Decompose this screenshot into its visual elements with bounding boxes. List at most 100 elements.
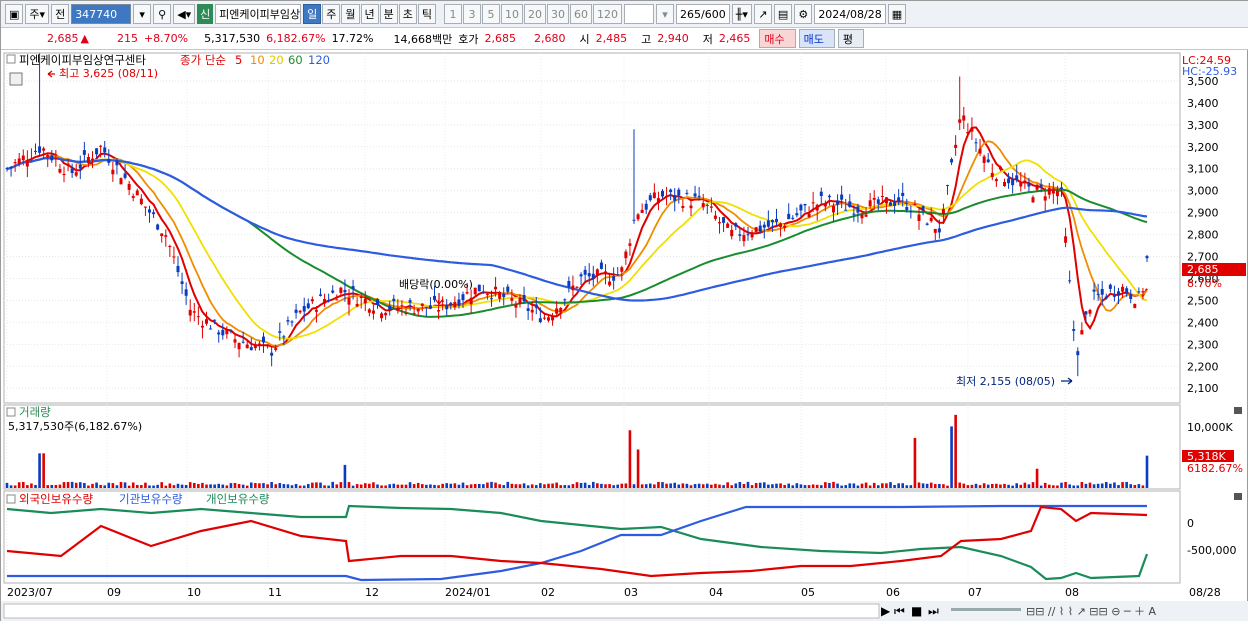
y-tick-label: 2,200 [1187,360,1219,373]
candle-body [306,303,310,309]
volume-bar [38,453,41,488]
volume-bar [612,485,615,488]
current-price: 2,685 [47,32,79,45]
volume-bar [1011,485,1014,488]
candle-body [266,345,270,347]
candle-body [351,286,355,290]
volume-bar [99,484,102,488]
first-icon[interactable]: ⏮ [894,604,905,618]
candle-body [1060,187,1063,189]
volume-bar [384,485,387,488]
sell-button[interactable]: 매도 [798,29,835,48]
candle-body [636,214,640,220]
volume-bar [461,482,465,488]
prev-button[interactable]: 전 [51,4,70,24]
last-price-tag-text: 2,685 [1187,263,1219,276]
speaker-icon[interactable]: ◀▾ [173,4,196,24]
candle-body [620,267,624,272]
turnover: 17.72% [331,32,374,45]
volume-bar [881,483,884,488]
period-tab[interactable]: 일 [303,4,322,24]
stop-icon[interactable]: ■ [911,604,922,618]
volume-bar [331,481,335,488]
volume-bar [640,484,644,488]
search-icon[interactable]: ⚲ [153,4,172,24]
candle-body [811,202,815,204]
table-toggle-icon[interactable] [9,72,23,86]
y-tick-label: 2,800 [1187,229,1219,242]
layout-icon[interactable]: ▣ [5,4,24,24]
interval-button[interactable]: 20 [524,4,547,24]
volume-bar [1125,481,1128,488]
interval-button[interactable]: 30 [547,4,570,24]
zoom-slider[interactable] [951,608,1021,611]
candle-body [941,208,945,215]
candle-body [583,269,587,275]
volume-bar [437,485,440,488]
volume-bar [376,484,379,488]
period-tab[interactable]: 주 [322,4,341,24]
interval-button[interactable]: 5 [482,4,501,24]
holding-close-icon[interactable] [1234,493,1242,500]
candle-body [718,222,721,224]
volume-close-icon[interactable] [1234,407,1242,414]
volume-bar [632,484,636,488]
scroll-right-icon[interactable]: ▶ [881,604,891,618]
eval-button[interactable]: 평 [837,29,864,48]
last-icon[interactable]: ⏭ [928,604,939,618]
period-tab[interactable]: 년 [360,4,379,24]
candle-body [494,286,498,290]
candle-body [925,223,929,225]
interval-button[interactable]: 120 [593,4,623,24]
interval-button[interactable]: 3 [463,4,482,24]
candle-body [200,325,204,328]
ma-prefix: 종가 단순 [180,53,226,67]
date-input[interactable]: 2024/08/28 [814,4,886,24]
interval-dropdown-icon[interactable]: ▾ [656,4,675,24]
x-tick-label: 09 [107,586,121,599]
count-input[interactable]: 265/600 [676,4,730,24]
draw-tool-icon[interactable]: ↗ [753,4,772,24]
candle-body [445,305,449,310]
volume-bar [567,485,571,488]
volume-bar [783,484,786,488]
scroll-track[interactable] [3,603,880,619]
candle-body [139,198,143,205]
code-dropdown-icon[interactable]: ▾ [133,4,152,24]
save-icon[interactable]: ▤ [773,4,793,24]
interval-button[interactable]: 1 [444,4,463,24]
volume-bar [148,485,151,488]
candle-body [799,204,803,211]
period-tab[interactable]: 틱 [417,4,437,24]
interval-button[interactable]: 10 [501,4,524,24]
interval-custom-input[interactable] [624,4,655,24]
volume-bar [184,484,188,488]
candle-body [282,336,286,338]
chart-canvas[interactable]: 2,1002,2002,3002,4002,5002,6002,7002,800… [1,51,1248,621]
calendar-icon[interactable]: ▦ [887,4,907,24]
period-tab[interactable]: 분 [379,4,398,24]
buy-button[interactable]: 매수 [759,29,796,48]
candle-body [758,225,762,232]
volume-panel-frame [3,404,1181,490]
code-input[interactable]: 347740 [71,4,132,24]
candle-type-icon[interactable]: ╫▾ [731,4,752,24]
mode-select[interactable]: 주 ▾ [25,4,50,24]
volume-bar [311,482,314,488]
gear-icon[interactable]: ⚙ [794,4,813,24]
volume-bar [465,485,469,488]
interval-button[interactable]: 60 [570,4,593,24]
volume-bar [486,482,489,488]
candle-body [685,192,689,194]
volume-bar [502,485,506,488]
period-tab[interactable]: 초 [398,4,417,24]
candle-body [913,204,917,206]
candle-body [461,294,465,301]
volume-bar [677,484,681,488]
candle-body [290,321,294,323]
volume-bar [1023,482,1027,488]
legend-institution: 기관보유수량 [119,492,183,506]
period-tab[interactable]: 월 [341,4,360,24]
tool-icons[interactable]: ⊟⊟ ∕∕ ⌇ ⌇ ↗ ⊟⊟ ⊖ ─ ＋ A [1026,605,1157,618]
candle-body [408,300,412,303]
